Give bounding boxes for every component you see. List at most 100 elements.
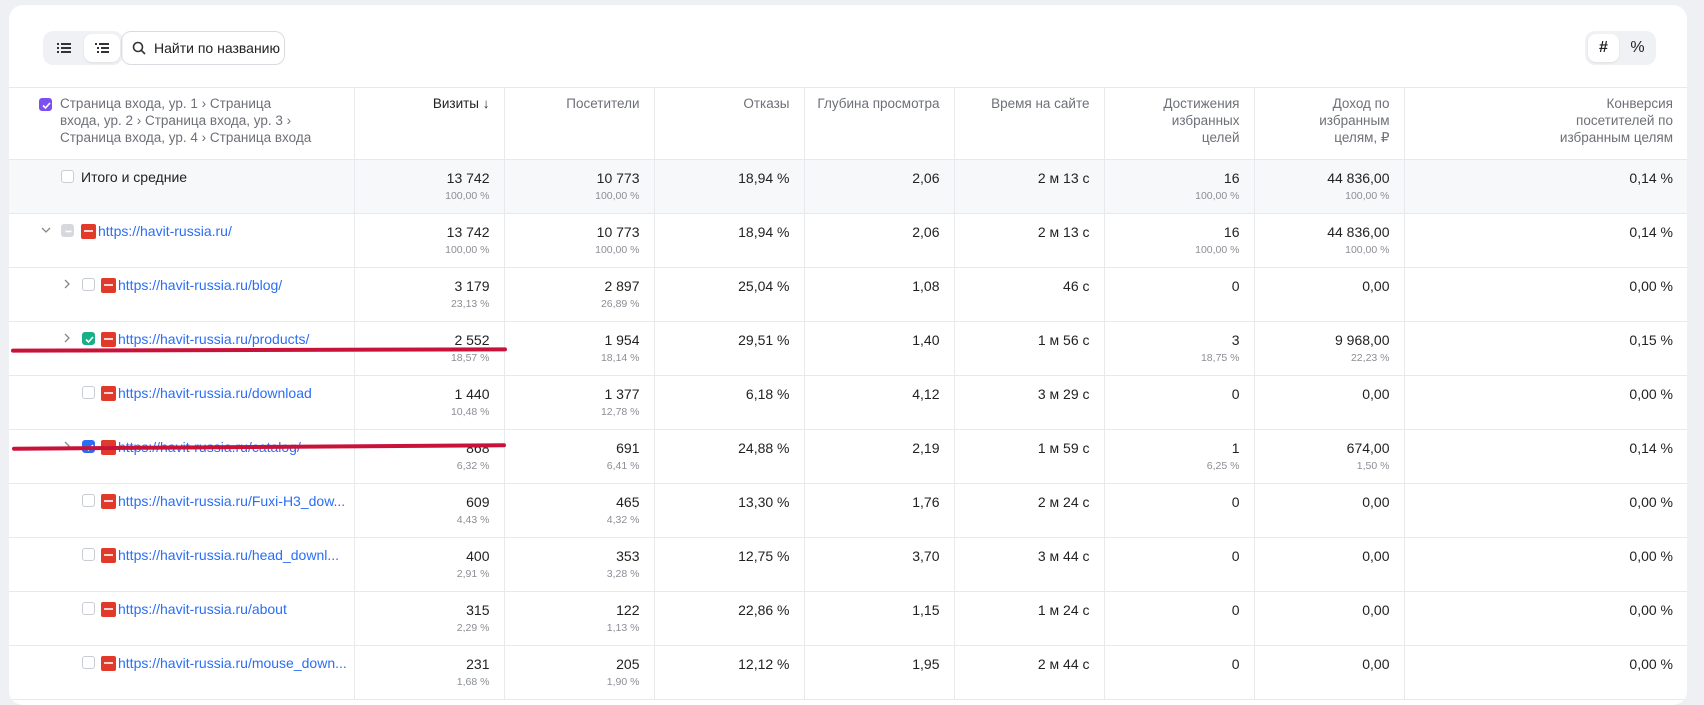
row-visitors: 205 1,90 % xyxy=(504,645,655,700)
chevron-right-icon[interactable] xyxy=(62,279,72,289)
row-bounces: 13,30 % xyxy=(654,483,805,538)
report-panel: # % Страница входа, ур. 1 › Страница вхо… xyxy=(9,5,1687,705)
percent-mode-button[interactable]: % xyxy=(1622,34,1653,62)
row-bounces: 22,86 % xyxy=(654,591,805,646)
row-checkbox[interactable] xyxy=(82,386,95,399)
row-url-link[interactable]: https://havit-russia.ru/Fuxi-H3_dow... xyxy=(118,493,345,509)
row-checkbox[interactable] xyxy=(82,656,95,669)
absolute-mode-button[interactable]: # xyxy=(1588,34,1619,62)
row-url-link[interactable]: https://havit-russia.ru/mouse_down... xyxy=(118,655,347,671)
row-revenue: 0,00 xyxy=(1254,267,1405,322)
row-checkbox[interactable] xyxy=(82,494,95,507)
row-visits: 3 179 23,13 % xyxy=(354,267,505,322)
row-dimension-cell: https://havit-russia.ru/about xyxy=(9,591,355,646)
row-goals: 3 18,75 % xyxy=(1104,321,1255,376)
row-checkbox[interactable] xyxy=(82,332,95,345)
header-depth[interactable]: Глубина просмотра xyxy=(804,87,955,160)
chevron-right-icon[interactable] xyxy=(62,333,72,343)
table-row[interactable]: https://havit-russia.ru/ 13 742 100,00 % … xyxy=(9,213,1687,268)
row-dimension-cell: https://havit-russia.ru/head_downl... xyxy=(9,537,355,592)
select-all-checkbox[interactable] xyxy=(39,98,52,111)
favicon-icon xyxy=(101,386,116,401)
header-visitors[interactable]: Посетители xyxy=(504,87,655,160)
row-depth: 1,15 xyxy=(804,591,955,646)
row-revenue: 44 836,00 100,00 % xyxy=(1254,213,1405,268)
header-bounces[interactable]: Отказы xyxy=(654,87,805,160)
dimension-path-label: Страница входа, ур. 1 › Страница входа, … xyxy=(60,96,312,145)
row-visitors: 10 773 100,00 % xyxy=(504,213,655,268)
header-conversion[interactable]: Конверсия посетителей по избранным целям xyxy=(1404,87,1687,160)
favicon-icon xyxy=(101,602,116,617)
row-goals: 0 xyxy=(1104,537,1255,592)
totals-bounces: 18,94 % xyxy=(654,159,805,214)
indeterminate-icon xyxy=(65,230,72,233)
table-row[interactable]: https://havit-russia.ru/Fuxi-H3_dow... 6… xyxy=(9,483,1687,538)
row-time: 2 м 24 с xyxy=(954,483,1105,538)
row-goals: 16 100,00 % xyxy=(1104,213,1255,268)
table-row[interactable]: https://havit-russia.ru/mouse_down... 23… xyxy=(9,645,1687,700)
row-conversion: 0,00 % xyxy=(1404,483,1687,538)
row-url-link[interactable]: https://havit-russia.ru/products/ xyxy=(118,331,309,347)
row-time: 2 м 13 с xyxy=(954,213,1105,268)
row-url-link[interactable]: https://havit-russia.ru/download xyxy=(118,385,312,401)
row-time: 1 м 56 с xyxy=(954,321,1105,376)
row-depth: 1,76 xyxy=(804,483,955,538)
table-row[interactable]: https://havit-russia.ru/download 1 440 10… xyxy=(9,375,1687,430)
totals-depth: 2,06 xyxy=(804,159,955,214)
header-dimension[interactable]: Страница входа, ур. 1 › Страница входа, … xyxy=(9,87,355,160)
row-url-link[interactable]: https://havit-russia.ru/head_downl... xyxy=(118,547,339,563)
search-icon xyxy=(132,41,146,55)
row-bounces: 12,12 % xyxy=(654,645,805,700)
row-visits: 609 4,43 % xyxy=(354,483,505,538)
row-time: 1 м 59 с xyxy=(954,429,1105,484)
header-revenue[interactable]: Доход по избранным целям, ₽ xyxy=(1254,87,1405,160)
header-goals[interactable]: Достижения избранных целей xyxy=(1104,87,1255,160)
row-bounces: 6,18 % xyxy=(654,375,805,430)
table-row[interactable]: https://havit-russia.ru/about 315 2,29 % … xyxy=(9,591,1687,646)
row-revenue: 9 968,00 22,23 % xyxy=(1254,321,1405,376)
row-url-link[interactable]: https://havit-russia.ru/blog/ xyxy=(118,277,282,293)
chevron-down-icon[interactable] xyxy=(41,225,51,235)
header-time[interactable]: Время на сайте xyxy=(954,87,1105,160)
row-visitors: 691 6,41 % xyxy=(504,429,655,484)
row-revenue: 674,00 1,50 % xyxy=(1254,429,1405,484)
favicon-icon xyxy=(101,332,116,347)
row-checkbox[interactable] xyxy=(82,602,95,615)
row-revenue: 0,00 xyxy=(1254,591,1405,646)
row-revenue: 0,00 xyxy=(1254,645,1405,700)
row-visitors: 2 897 26,89 % xyxy=(504,267,655,322)
row-depth: 3,70 xyxy=(804,537,955,592)
totals-goals: 16 100,00 % xyxy=(1104,159,1255,214)
row-url-link[interactable]: https://havit-russia.ru/ xyxy=(98,223,232,239)
row-time: 1 м 24 с xyxy=(954,591,1105,646)
header-visits[interactable]: Визиты ↓ xyxy=(354,87,505,160)
search-box[interactable] xyxy=(121,31,285,65)
table-row[interactable]: https://havit-russia.ru/head_downl... 40… xyxy=(9,537,1687,592)
totals-checkbox[interactable] xyxy=(61,170,74,183)
flat-list-view-button[interactable] xyxy=(46,34,82,62)
row-time: 46 с xyxy=(954,267,1105,322)
row-url-link[interactable]: https://havit-russia.ru/about xyxy=(118,601,287,617)
row-visitors: 465 4,32 % xyxy=(504,483,655,538)
row-visitors: 353 3,28 % xyxy=(504,537,655,592)
row-conversion: 0,00 % xyxy=(1404,591,1687,646)
row-conversion: 0,00 % xyxy=(1404,375,1687,430)
row-revenue: 0,00 xyxy=(1254,375,1405,430)
favicon-icon xyxy=(101,656,116,671)
row-bounces: 12,75 % xyxy=(654,537,805,592)
tree-view-button[interactable] xyxy=(84,34,120,62)
row-time: 3 м 44 с xyxy=(954,537,1105,592)
favicon-icon xyxy=(101,494,116,509)
search-input[interactable] xyxy=(154,40,284,56)
row-goals: 0 xyxy=(1104,591,1255,646)
row-checkbox[interactable] xyxy=(82,548,95,561)
row-visitors: 1 377 12,78 % xyxy=(504,375,655,430)
row-visitors: 122 1,13 % xyxy=(504,591,655,646)
row-checkbox[interactable] xyxy=(82,278,95,291)
row-visitors: 1 954 18,14 % xyxy=(504,321,655,376)
report-table: Страница входа, ур. 1 › Страница входа, … xyxy=(9,87,1687,700)
table-row[interactable]: https://havit-russia.ru/blog/ 3 179 23,13… xyxy=(9,267,1687,322)
row-depth: 2,19 xyxy=(804,429,955,484)
table-row[interactable]: https://havit-russia.ru/catalog/ 8686,32… xyxy=(9,429,1687,484)
row-checkbox[interactable] xyxy=(61,224,74,237)
